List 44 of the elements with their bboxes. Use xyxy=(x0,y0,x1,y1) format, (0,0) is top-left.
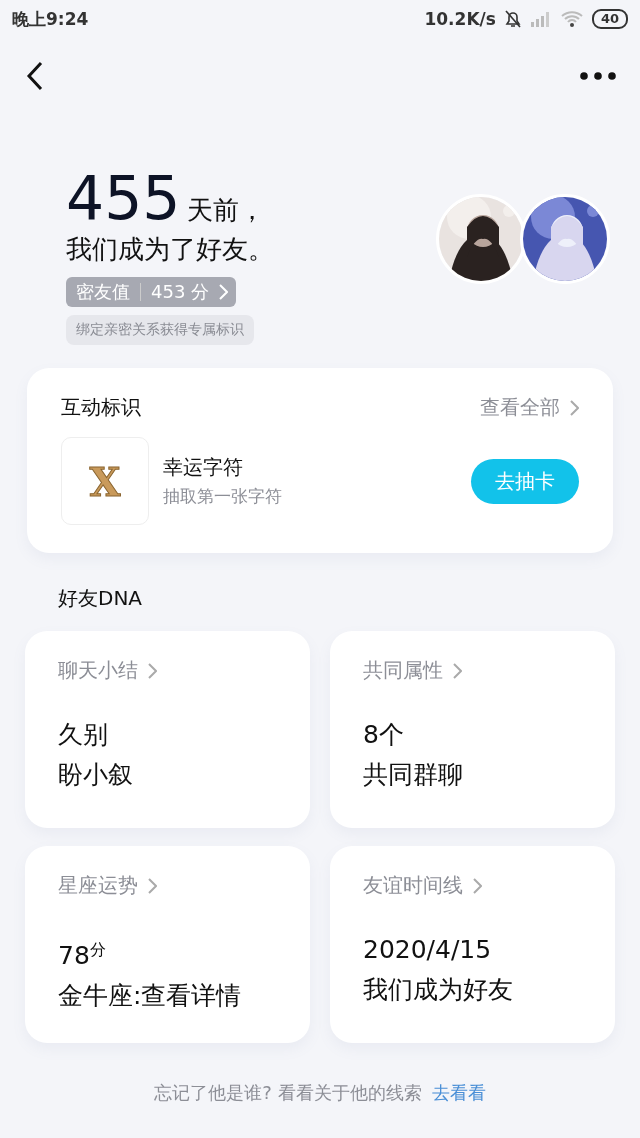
footer-hint: 忘记了他是谁? 看看关于他的线索 xyxy=(154,1081,422,1105)
days-count: 455 xyxy=(66,166,181,230)
letter-card-icon: X xyxy=(61,437,149,525)
days-label: 天前， xyxy=(186,194,265,227)
back-icon[interactable] xyxy=(26,61,44,91)
clock-time: 晚上9:24 xyxy=(12,7,89,31)
tile-highlight: 78$^{分}$ xyxy=(58,939,107,973)
tile-highlight: 8个 xyxy=(363,719,405,751)
tile-detail: 金牛座:查看详情 xyxy=(58,980,243,1013)
battery-level: 40 xyxy=(591,9,628,29)
dna-tile[interactable]: 友谊时间线 2020/4/15 我们成为好友 xyxy=(330,846,615,1043)
chevron-right-icon xyxy=(148,877,157,894)
dna-tile[interactable]: 聊天小结 久别 盼小叙 xyxy=(25,631,310,828)
chevron-right-icon xyxy=(219,284,229,300)
wifi-icon xyxy=(559,10,584,28)
tile-title-link[interactable]: 共同属性 xyxy=(363,657,462,684)
view-all-link[interactable]: 查看全部 xyxy=(480,394,579,421)
tile-highlight: 2020/4/15 xyxy=(363,934,493,966)
item-name: 幸运字符 xyxy=(163,454,244,481)
tile-detail: 共同群聊 xyxy=(363,759,464,791)
dna-tile[interactable]: 共同属性 8个 共同群聊 xyxy=(330,631,615,828)
tile-detail: 我们成为好友 xyxy=(363,974,514,1006)
section-title: 好友DNA xyxy=(58,585,143,611)
bell-muted-icon xyxy=(503,9,522,29)
draw-card-button[interactable]: 去抽卡 xyxy=(471,458,579,504)
tile-title-link[interactable]: 星座运势 xyxy=(58,872,157,899)
intimacy-score-button[interactable]: 密友值 453 分 xyxy=(66,277,237,307)
signal-icon xyxy=(529,11,552,27)
card-title: 互动标识 xyxy=(61,394,141,421)
tile-highlight: 久别 xyxy=(58,719,109,751)
tip-bubble: 绑定亲密关系获得专属标识 xyxy=(66,315,254,345)
friendship-subtitle: 我们成为了好友。 xyxy=(66,233,274,266)
go-see-link[interactable]: 去看看 xyxy=(431,1081,486,1105)
chevron-right-icon xyxy=(473,877,482,894)
tile-detail: 盼小叙 xyxy=(58,759,134,791)
tile-title-link[interactable]: 聊天小结 xyxy=(58,657,157,684)
dna-tile[interactable]: 星座运势 78$^{分}$ 金牛座:查看详情 xyxy=(25,846,310,1043)
chevron-right-icon xyxy=(148,662,157,679)
tile-title-link[interactable]: 友谊时间线 xyxy=(363,872,482,899)
item-description: 抽取第一张字符 xyxy=(163,485,283,508)
chevron-right-icon xyxy=(453,662,462,679)
network-speed: 10.2K/s xyxy=(424,9,496,29)
chevron-right-icon xyxy=(570,399,579,416)
more-icon[interactable] xyxy=(580,72,616,80)
